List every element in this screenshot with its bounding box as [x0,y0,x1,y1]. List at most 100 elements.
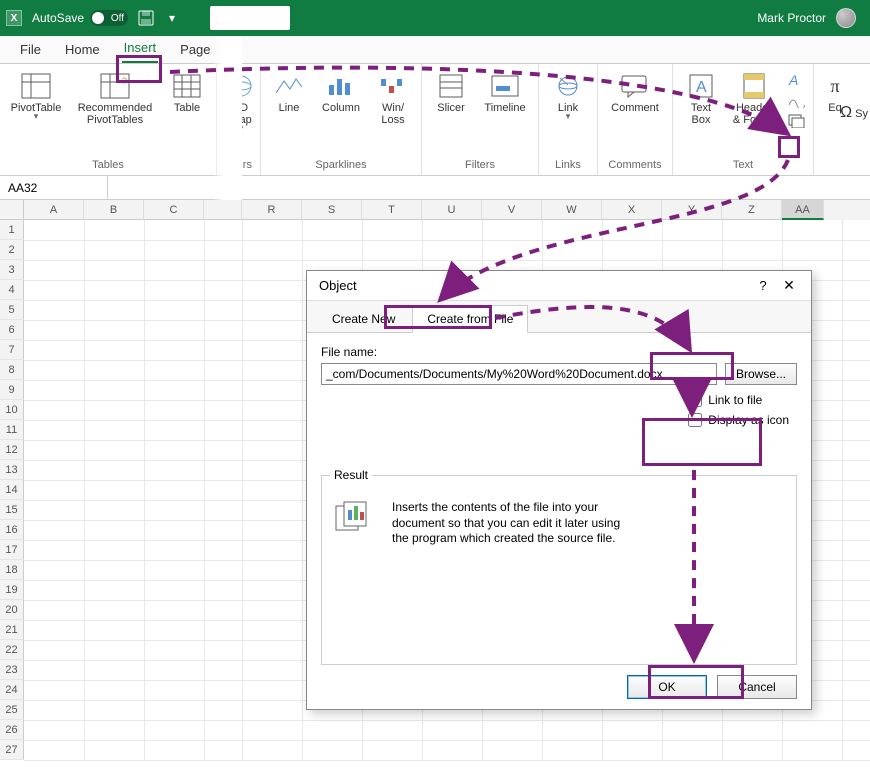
comment-button[interactable]: Comment [606,68,664,114]
sparkline-column-button[interactable]: Column [317,68,365,114]
col-header[interactable]: Z [722,200,782,220]
ribbon-group-comments: Comment Comments [598,64,673,175]
row-header[interactable]: 19 [0,580,24,600]
timeline-button[interactable]: Timeline [480,68,530,114]
col-header[interactable]: B [84,200,144,220]
row-headers: 1 2 3 4 5 6 7 8 9 10 11 12 13 14 15 16 1… [0,220,24,760]
row-header[interactable]: 23 [0,660,24,680]
ribbon-group-filters: Slicer Timeline Filters [422,64,539,175]
slicer-button[interactable]: Slicer [430,68,472,114]
menu-tabs: File Home Insert Page [0,36,870,64]
dialog-title: Object [315,278,751,293]
dialog-tabs: Create New Create from File [307,301,811,333]
row-header[interactable]: 26 [0,720,24,740]
row-header[interactable]: 3 [0,260,24,280]
select-all-corner[interactable] [0,200,24,220]
col-header[interactable]: T [362,200,422,220]
ok-button[interactable]: OK [627,675,707,699]
save-icon[interactable] [138,10,154,26]
col-header[interactable]: U [422,200,482,220]
ribbon-insert: PivotTable ? Recommended PivotTables Tab… [0,64,870,176]
row-header[interactable]: 1 [0,220,24,240]
tab-create-new[interactable]: Create New [317,305,410,332]
file-name-label: File name: [321,345,797,359]
object-icon[interactable] [787,112,805,128]
autosave-label: AutoSave [32,11,84,25]
excel-app-icon: X [6,10,22,26]
row-header[interactable]: 9 [0,380,24,400]
row-header[interactable]: 16 [0,520,24,540]
tab-create-from-file[interactable]: Create from File [412,305,528,333]
link-button[interactable]: Link [547,68,589,122]
username-label: Mark Proctor [757,11,826,25]
row-header[interactable]: 2 [0,240,24,260]
row-header[interactable]: 8 [0,360,24,380]
row-header[interactable]: 17 [0,540,24,560]
file-name-input[interactable] [321,363,717,385]
sparkline-winloss-button[interactable]: Win/ Loss [373,68,413,126]
svg-text:A: A [788,72,798,88]
table-button[interactable]: Table [166,68,208,114]
row-header[interactable]: 12 [0,440,24,460]
col-header[interactable]: V [482,200,542,220]
symbol-button[interactable]: Ω Sy [840,104,868,122]
signature-icon[interactable] [787,92,805,108]
col-header[interactable]: Y [662,200,722,220]
col-header[interactable]: X [602,200,662,220]
col-header[interactable]: W [542,200,602,220]
dialog-help-icon[interactable]: ? [751,278,775,293]
svg-text:A: A [696,79,707,96]
sparkline-line-button[interactable]: Line [269,68,309,114]
link-to-file-checkbox[interactable]: Link to file [688,393,789,407]
quickbar-dropdown-icon[interactable]: ▾ [164,11,180,25]
tab-file[interactable]: File [18,38,43,63]
svg-text:?: ? [122,76,127,86]
toggle-icon[interactable]: Off [90,10,128,26]
cancel-button[interactable]: Cancel [717,675,797,699]
row-header[interactable]: 6 [0,320,24,340]
row-header[interactable]: 15 [0,500,24,520]
wordart-icon[interactable]: A [787,72,805,88]
result-icon [334,500,374,534]
row-header[interactable]: 25 [0,700,24,720]
row-header[interactable]: 14 [0,480,24,500]
tab-insert[interactable]: Insert [122,36,159,63]
ribbon-group-tables: PivotTable ? Recommended PivotTables Tab… [0,64,217,175]
headerfooter-button[interactable]: Header & Footer [729,68,779,126]
object-dialog: Object ? ✕ Create New Create from File F… [306,270,812,710]
row-header[interactable]: 7 [0,340,24,360]
row-header[interactable]: 13 [0,460,24,480]
name-box[interactable]: AA32 [0,176,108,199]
row-header[interactable]: 22 [0,640,24,660]
pivottable-button[interactable]: PivotTable [8,68,64,122]
tab-home[interactable]: Home [63,38,102,63]
title-dropdown[interactable] [210,6,290,30]
row-header[interactable]: 18 [0,560,24,580]
autosave-toggle[interactable]: AutoSave Off [32,10,128,26]
row-header[interactable]: 20 [0,600,24,620]
col-header[interactable]: S [302,200,362,220]
col-header-selected[interactable]: AA [782,200,824,220]
browse-button[interactable]: Browse... [725,363,797,385]
display-as-icon-checkbox[interactable]: Display as icon [688,413,789,427]
recommended-pivottables-button[interactable]: ? Recommended PivotTables [72,68,158,126]
textbox-button[interactable]: A Text Box [681,68,721,126]
row-header[interactable]: 10 [0,400,24,420]
ribbon-group-sparklines: Line Column Win/ Loss Sparklines [261,64,422,175]
close-icon[interactable]: ✕ [775,277,803,294]
avatar[interactable] [836,8,856,28]
row-header[interactable]: 27 [0,740,24,760]
column-headers: A B C R S T U V W X Y Z AA [0,200,870,220]
app-titlebar: X AutoSave Off ▾ Mark Proctor [0,0,870,36]
row-header[interactable]: 4 [0,280,24,300]
formula-bar: AA32 [0,176,870,200]
ribbon-group-text: A Text Box Header & Footer A Text [673,64,814,175]
col-header[interactable]: C [144,200,204,220]
col-header[interactable]: R [242,200,302,220]
row-header[interactable]: 24 [0,680,24,700]
tab-page[interactable]: Page [178,38,212,63]
row-header[interactable]: 21 [0,620,24,640]
row-header[interactable]: 11 [0,420,24,440]
row-header[interactable]: 5 [0,300,24,320]
col-header[interactable]: A [24,200,84,220]
